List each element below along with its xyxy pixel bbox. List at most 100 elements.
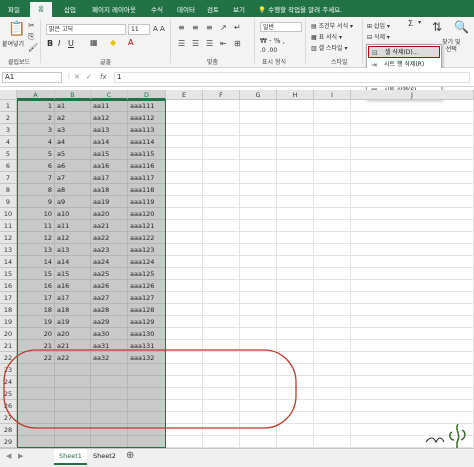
currency-button[interactable]: ₩ - % , [260,37,285,45]
cell[interactable] [203,160,240,172]
cell[interactable]: aa27 [91,292,128,304]
name-box[interactable]: A1 [2,72,62,83]
cell[interactable]: 9 [17,196,55,208]
cancel-entry-icon[interactable]: ✕ [74,73,80,81]
cell[interactable]: aaa113 [128,124,166,136]
add-sheet-icon[interactable]: ⊕ [126,450,134,461]
sheet-scroll-left-icon[interactable]: ◀ [6,452,11,460]
cell[interactable] [314,400,351,412]
cell[interactable] [203,256,240,268]
cell[interactable] [240,280,277,292]
cell[interactable] [351,352,474,364]
cell[interactable]: 19 [17,316,55,328]
cell[interactable]: 14 [17,256,55,268]
cell[interactable] [166,196,203,208]
bold-button[interactable]: B [47,39,53,48]
cell[interactable] [314,136,351,148]
cell[interactable] [351,400,474,412]
tab-view[interactable]: 보기 [228,3,250,17]
cell[interactable] [277,172,314,184]
fill-color-icon[interactable]: ◆ [110,38,116,47]
conditional-format-button[interactable]: ▤ 조건부 서식 ▾ [311,21,353,30]
cell[interactable] [314,424,351,436]
cell[interactable] [166,148,203,160]
cell[interactable]: a11 [55,220,91,232]
cell[interactable]: 7 [17,172,55,184]
orientation-icon[interactable]: ↗ [220,23,227,32]
cell[interactable] [351,112,474,124]
cell[interactable] [203,136,240,148]
sum-dropdown-icon[interactable]: ▾ [418,19,421,26]
cell[interactable] [351,388,474,400]
cell[interactable]: aaa117 [128,172,166,184]
cell[interactable] [314,112,351,124]
cell[interactable] [203,220,240,232]
cell[interactable]: a2 [55,112,91,124]
cell[interactable]: aa15 [91,148,128,160]
cell[interactable] [351,244,474,256]
cell[interactable] [240,328,277,340]
cell[interactable] [277,184,314,196]
cell[interactable] [166,292,203,304]
cell[interactable]: a10 [55,208,91,220]
cell[interactable] [240,268,277,280]
tab-page-layout[interactable]: 페이지 레이아웃 [88,3,140,17]
cell[interactable]: aaa114 [128,136,166,148]
cell[interactable] [166,124,203,136]
cell[interactable] [277,256,314,268]
cell[interactable]: a19 [55,316,91,328]
cell[interactable] [314,124,351,136]
cell[interactable] [351,316,474,328]
row-header[interactable]: 16 [0,280,17,292]
cell[interactable]: aaa126 [128,280,166,292]
cell[interactable]: a18 [55,304,91,316]
sort-filter-icon[interactable]: ⇅ [432,20,442,34]
cell[interactable] [351,304,474,316]
cell[interactable]: 2 [17,112,55,124]
cell[interactable]: aa16 [91,160,128,172]
cell[interactable] [203,292,240,304]
cell[interactable] [314,268,351,280]
cell[interactable]: 15 [17,268,55,280]
find-select-icon[interactable]: 🔍 [454,20,469,34]
cell[interactable] [203,304,240,316]
decimal-buttons[interactable]: .0 .00 [260,47,277,54]
cell[interactable] [314,172,351,184]
cell[interactable]: 5 [17,148,55,160]
cell[interactable] [240,136,277,148]
cell[interactable] [240,232,277,244]
cell[interactable] [314,160,351,172]
column-header-d[interactable]: D [128,90,166,100]
cell[interactable] [166,268,203,280]
cell[interactable] [351,292,474,304]
underline-button[interactable]: U [68,39,74,48]
cell[interactable] [166,136,203,148]
cell[interactable]: aa24 [91,256,128,268]
cell[interactable] [314,292,351,304]
cell[interactable] [314,184,351,196]
cell[interactable] [314,304,351,316]
row-header[interactable]: 14 [0,256,17,268]
cell[interactable] [277,220,314,232]
cell[interactable]: aaa128 [128,304,166,316]
table-format-button[interactable]: ▦ 표 서식 ▾ [311,32,342,41]
cell[interactable] [277,148,314,160]
column-header-i[interactable]: I [314,90,351,100]
cell[interactable] [314,244,351,256]
insert-function-button[interactable]: fx [100,73,107,81]
cell[interactable] [351,148,474,160]
cell[interactable] [351,100,474,112]
font-size-select[interactable]: 11 [128,24,150,35]
tab-review[interactable]: 검토 [204,3,222,17]
cell[interactable] [277,100,314,112]
column-header-b[interactable]: B [55,90,91,100]
cell[interactable] [277,196,314,208]
cell[interactable] [166,304,203,316]
cell[interactable] [166,112,203,124]
row-header[interactable]: 6 [0,160,17,172]
cell[interactable]: 3 [17,124,55,136]
cell[interactable] [314,100,351,112]
cell[interactable] [203,208,240,220]
cell[interactable]: a6 [55,160,91,172]
tell-me-box[interactable]: 💡 수행할 작업을 알려 주세요. [258,3,342,17]
